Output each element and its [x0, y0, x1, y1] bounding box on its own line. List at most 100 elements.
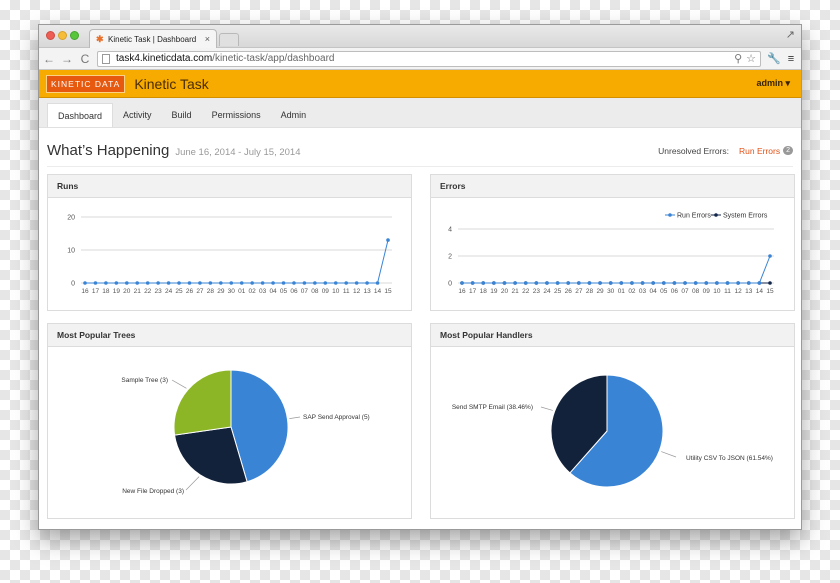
browser-titlebar: ✱ Kinetic Task | Dashboard × ↗: [39, 25, 801, 48]
main-nav: Dashboard Activity Build Permissions Adm…: [39, 98, 801, 128]
x-tick-label: 18: [480, 288, 488, 295]
legend-marker: [714, 213, 718, 217]
handlers-panel: Most Popular Handlers Utility CSV To JSO…: [430, 323, 795, 519]
series-line: [462, 255, 771, 284]
close-window-button[interactable]: [46, 31, 55, 40]
y-tick-label: 0: [448, 281, 452, 288]
x-tick-label: 14: [374, 288, 382, 295]
zoom-window-button[interactable]: [70, 31, 79, 40]
browser-tab[interactable]: ✱ Kinetic Task | Dashboard ×: [89, 29, 217, 48]
y-tick-label: 10: [67, 248, 75, 255]
y-tick-label: 4: [448, 227, 452, 234]
data-point: [736, 281, 740, 285]
url-host: task4.kineticdata.com: [116, 53, 213, 64]
browser-toolbar: ← → C task4.kineticdata.com /kinetic-tas…: [39, 48, 801, 70]
url-path: /kinetic-task/app/dashboard: [212, 53, 335, 64]
handlers-pie-chart: Utility CSV To JSON (61.54%) Send SMTP Em…: [452, 374, 773, 488]
data-point: [481, 281, 486, 285]
errors-summary: Unresolved Errors: Run Errors 2: [658, 146, 793, 156]
page-icon: [102, 53, 110, 64]
x-tick-label: 21: [134, 288, 142, 295]
reload-icon[interactable]: C: [79, 53, 91, 65]
user-menu[interactable]: admin ▾: [756, 78, 790, 89]
x-tick-label: 16: [81, 288, 89, 295]
app-title: Kinetic Task: [134, 75, 209, 92]
data-point: [83, 281, 87, 285]
x-tick-label: 13: [745, 288, 753, 295]
leader-line: [171, 379, 187, 389]
favicon-icon: ✱: [96, 34, 104, 44]
data-point: [768, 254, 772, 258]
x-tick-label: 22: [522, 288, 530, 295]
x-tick-label: 21: [511, 288, 519, 295]
x-tick-label: 12: [735, 288, 743, 295]
bookmark-star-icon[interactable]: ☆: [746, 52, 756, 65]
data-point: [598, 281, 602, 285]
data-point: [545, 281, 549, 285]
x-tick-label: 12: [353, 288, 361, 295]
data-point: [229, 281, 234, 285]
x-tick-label: 30: [228, 288, 236, 295]
x-tick-label: 03: [259, 288, 267, 295]
x-tick-label: 25: [175, 288, 183, 295]
tab-close-icon[interactable]: ×: [205, 34, 210, 44]
slice-label: Send SMTP Email (38.46%): [452, 404, 533, 411]
brand-logo[interactable]: KINETIC DATA: [46, 74, 126, 93]
x-tick-label: 02: [628, 288, 636, 295]
x-tick-label: 08: [692, 288, 700, 295]
data-point: [219, 281, 223, 285]
x-tick-label: 27: [575, 288, 583, 295]
fullscreen-icon[interactable]: ↗: [786, 28, 795, 41]
address-bar[interactable]: task4.kineticdata.com /kinetic-task/app/…: [97, 50, 761, 67]
search-icon[interactable]: ⚲: [734, 52, 742, 65]
run-errors-link[interactable]: Run Errors: [739, 146, 780, 156]
data-point: [534, 281, 539, 285]
slice-label: SAP Send Approval (5): [303, 414, 370, 421]
x-tick-label: 20: [501, 288, 509, 295]
forward-icon[interactable]: →: [61, 53, 73, 65]
x-tick-label: 04: [650, 288, 658, 295]
app-header: KINETIC DATA Kinetic Task admin ▾: [39, 70, 801, 98]
trees-pie-chart: SAP Send Approval (5) New File Dropped (3…: [121, 369, 370, 495]
x-tick-label: 29: [217, 288, 225, 295]
wrench-icon[interactable]: 🔧: [767, 52, 781, 65]
tab-admin[interactable]: Admin: [271, 103, 317, 127]
x-tick-label: 14: [756, 288, 764, 295]
x-tick-label: 23: [155, 288, 163, 295]
menu-icon[interactable]: ≡: [785, 53, 797, 65]
data-point: [292, 281, 296, 285]
x-tick-label: 13: [363, 288, 371, 295]
x-tick-label: 19: [113, 288, 121, 295]
x-tick-label: 01: [618, 288, 626, 295]
new-tab-button[interactable]: [219, 33, 239, 46]
x-tick-label: 24: [165, 288, 173, 295]
back-icon[interactable]: ←: [43, 53, 55, 65]
data-point: [640, 281, 645, 285]
runs-chart: 0102016 17 18 19 20 21 22 23 24 25 26 27 28 29 30 01 02 0…: [67, 215, 392, 295]
tab-build[interactable]: Build: [162, 103, 202, 127]
x-tick-label: 11: [724, 288, 731, 295]
x-tick-label: 30: [607, 288, 615, 295]
data-point: [135, 281, 140, 285]
x-tick-label: 28: [586, 288, 594, 295]
tab-dashboard[interactable]: Dashboard: [47, 103, 114, 127]
data-point: [693, 281, 698, 285]
x-tick-label: 01: [238, 288, 246, 295]
data-point: [555, 281, 560, 285]
x-tick-label: 15: [766, 288, 774, 295]
x-tick-label: 06: [671, 288, 679, 295]
runs-panel-title: Runs: [48, 175, 411, 198]
data-point: [704, 281, 709, 285]
data-point: [725, 281, 730, 285]
tab-activity[interactable]: Activity: [113, 103, 162, 127]
x-tick-label: 06: [290, 288, 298, 295]
x-tick-label: 02: [249, 288, 257, 295]
minimize-window-button[interactable]: [58, 31, 67, 40]
date-range: June 16, 2014 - July 15, 2014: [175, 146, 301, 158]
tab-permissions[interactable]: Permissions: [202, 103, 271, 127]
x-tick-label: 26: [565, 288, 573, 295]
legend-marker: [668, 213, 672, 217]
x-tick-label: 27: [196, 288, 204, 295]
data-point: [198, 281, 202, 285]
x-tick-label: 11: [343, 288, 350, 295]
